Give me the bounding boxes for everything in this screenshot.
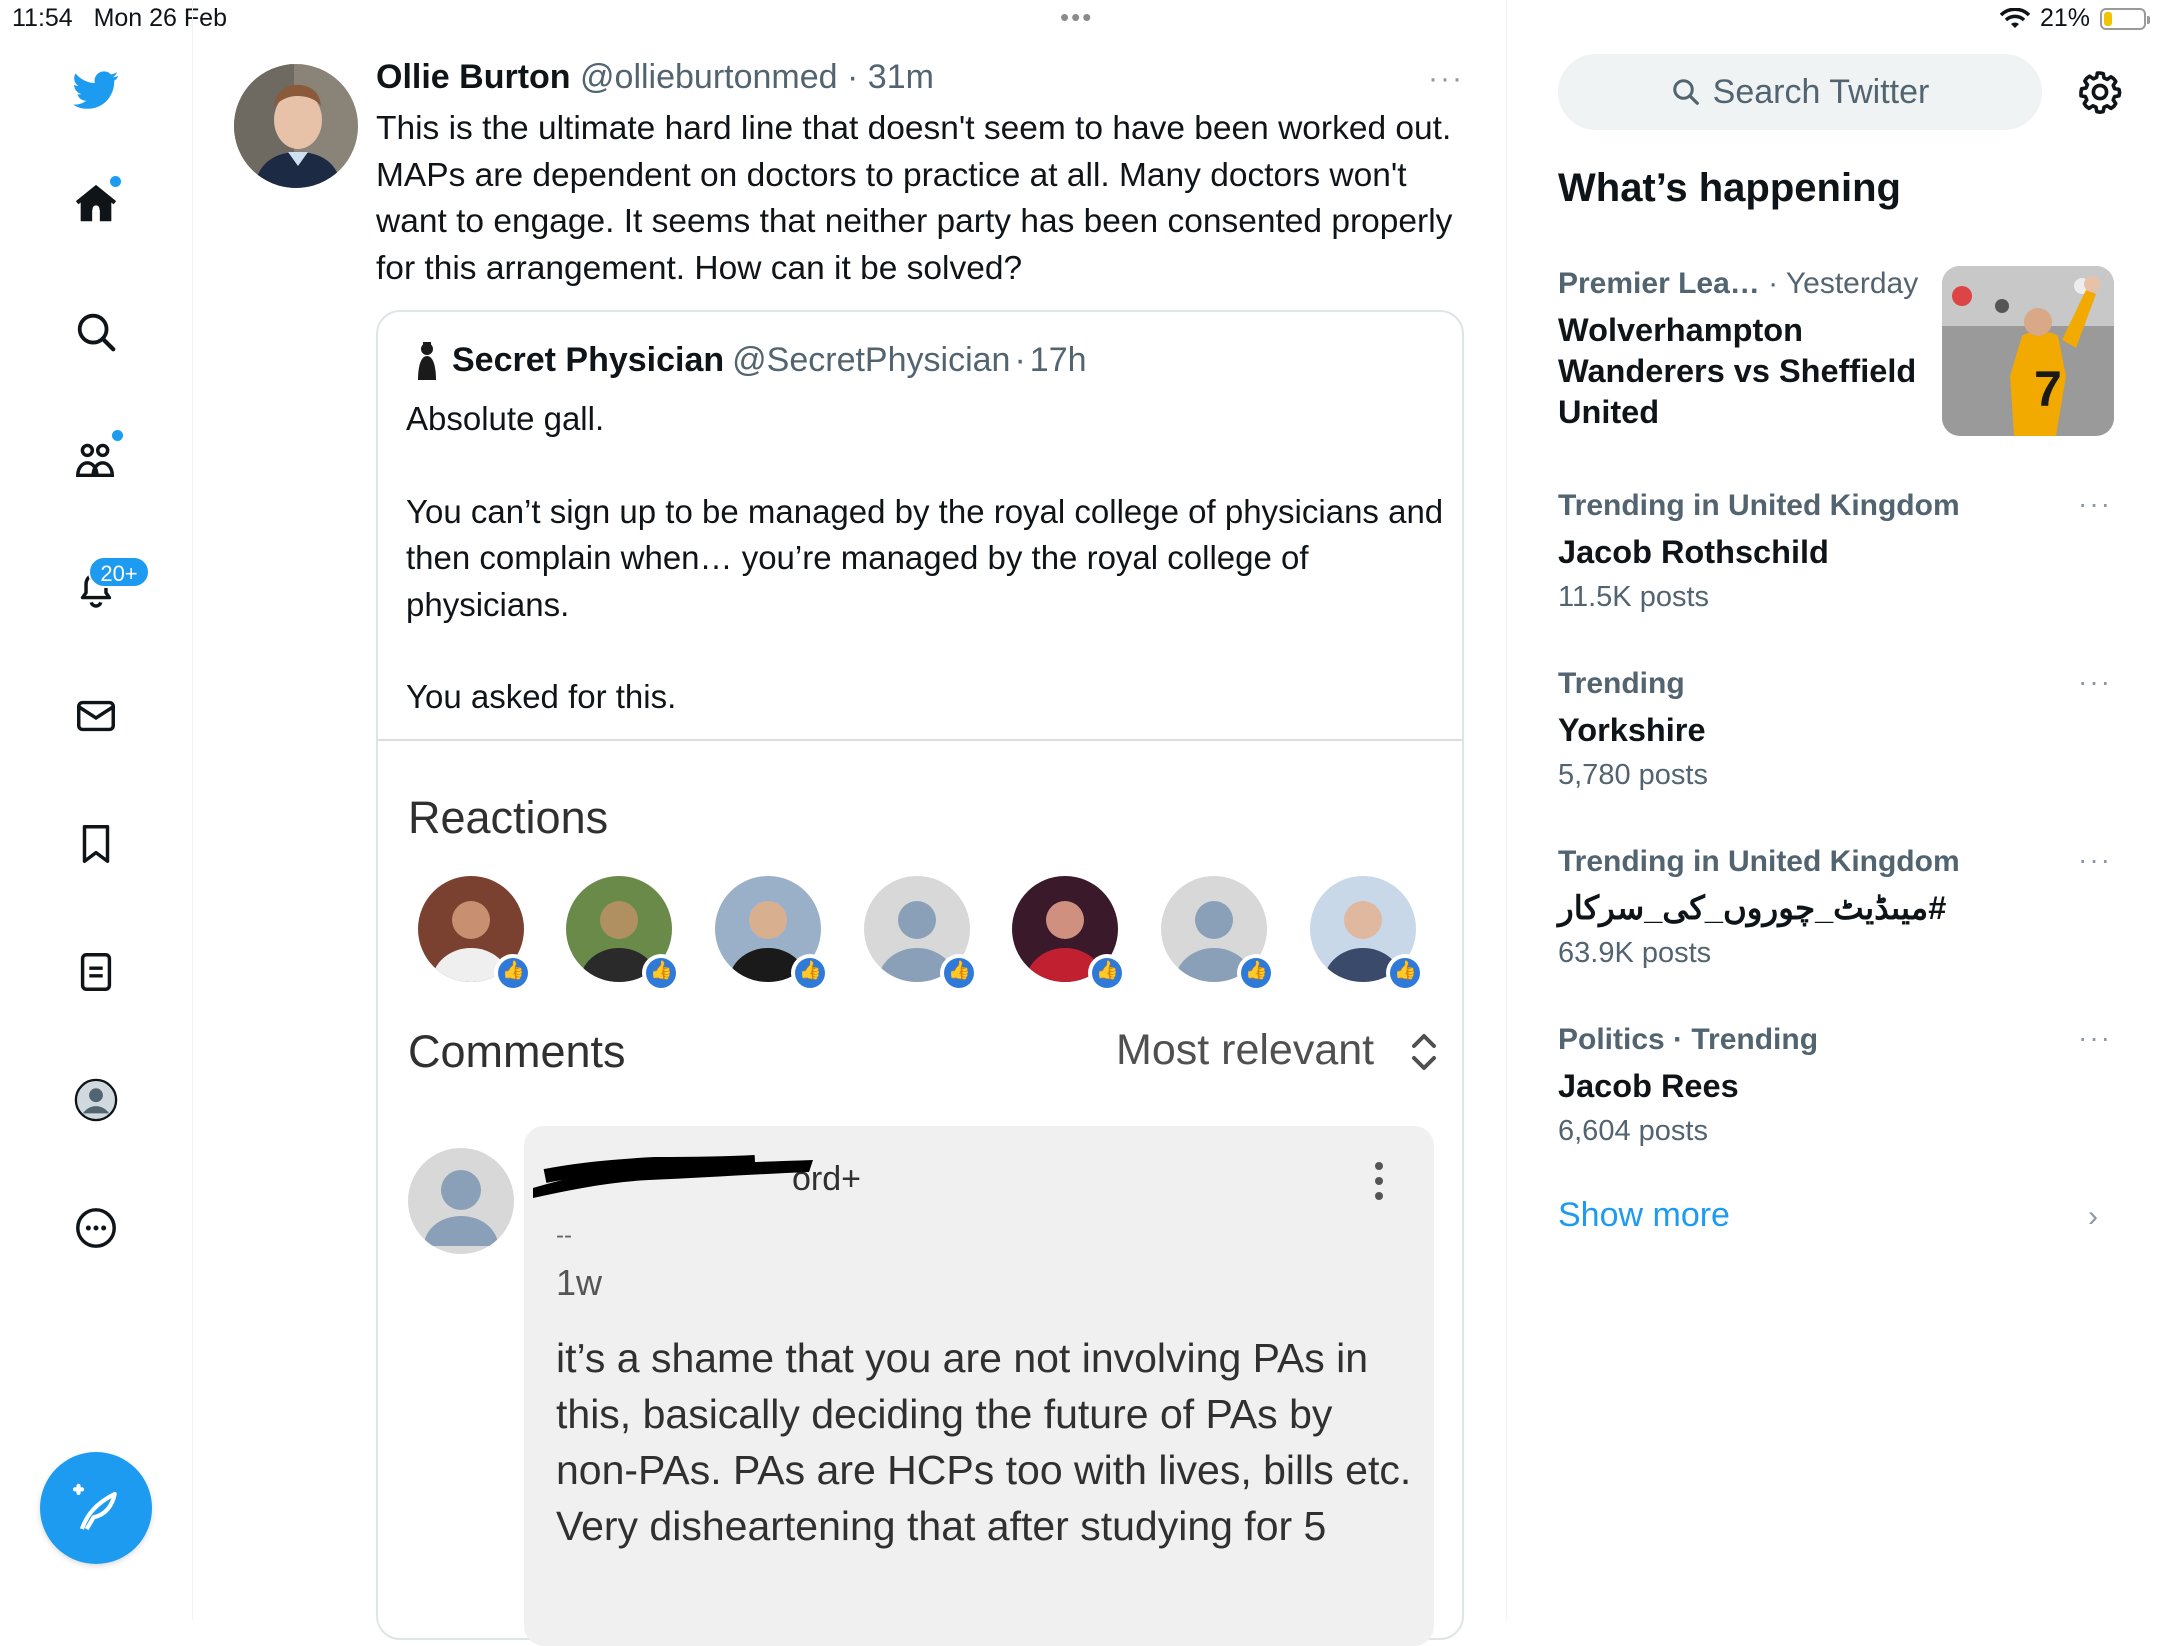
search-icon — [1672, 79, 1699, 105]
trend-time: · Yesterday — [1768, 267, 1919, 300]
comment-menu-icon — [1375, 1162, 1383, 1200]
quoted-avatar[interactable] — [410, 340, 444, 380]
chevron-right-icon: › — [2088, 1200, 2098, 1233]
trend-category: Trending in United Kingdom — [1558, 845, 1960, 878]
commenter-avatar — [408, 1148, 514, 1254]
redaction-scribble — [533, 1155, 813, 1198]
like-reaction-icon — [1088, 954, 1126, 992]
like-reaction-icon — [494, 954, 532, 992]
sort-chevron-icon — [1412, 1034, 1436, 1070]
trend-count: 6,604 posts — [1558, 1115, 1708, 1147]
notifications-badge: 20+ — [88, 556, 150, 588]
like-reaction-icon — [642, 954, 680, 992]
quoted-paragraph: You can’t sign up to be managed by the r… — [406, 492, 1444, 623]
quoted-header: Secret Physician @SecretPhysician · 17h — [410, 340, 1087, 380]
quoted-sep: · — [1014, 340, 1026, 379]
svg-text:7: 7 — [2034, 361, 2062, 417]
search-icon[interactable] — [66, 302, 126, 362]
commenter-subtitle: -- — [556, 1222, 572, 1249]
trend-item[interactable]: Trending in United Kingdom #میںڈیٹ_چوروں… — [1558, 842, 2118, 977]
trend-more-button[interactable]: ··· — [2078, 488, 2112, 520]
trend-title: Jacob Rothschild — [1558, 534, 1829, 570]
column-divider — [1506, 0, 1507, 1620]
trend-item[interactable]: Trending Yorkshire 5,780 posts — [1558, 664, 2118, 799]
tweet-time[interactable]: 31m — [868, 58, 934, 96]
list-icon[interactable] — [66, 942, 126, 1002]
trend-item[interactable]: Trending in United Kingdom Jacob Rothsch… — [1558, 486, 2118, 621]
tweet-header: Ollie Burton @ollieburtonmed · 31m — [376, 58, 934, 97]
twitter-bird-icon[interactable] — [66, 60, 126, 120]
like-reaction-icon — [940, 954, 978, 992]
trend-count: 11.5K posts — [1558, 581, 1710, 613]
compose-feather-icon — [72, 1483, 117, 1531]
quoted-author-name[interactable]: Secret Physician — [452, 341, 724, 380]
trend-more-button[interactable]: ··· — [2078, 844, 2112, 876]
trend-title: #میںڈیٹ_چوروں_کی_سرکار — [1558, 890, 1947, 926]
trend-count: 5,780 posts — [1558, 759, 1708, 791]
comment-time: 1w — [556, 1262, 603, 1303]
multitasking-dots[interactable]: ••• — [1060, 2, 1093, 33]
profile-icon[interactable] — [66, 1070, 126, 1130]
quoted-time[interactable]: 17h — [1030, 341, 1087, 380]
comments-title: Comments — [408, 1026, 626, 1077]
status-right: 21% — [1999, 4, 2150, 33]
quoted-text: Absolute gall. You can’t sign up to be m… — [406, 396, 1446, 767]
trend-title: Jacob Rees — [1558, 1068, 1739, 1104]
quoted-media-divider — [378, 739, 1462, 741]
header-sep: · — [847, 58, 859, 96]
trend-category: Trending in United Kingdom — [1558, 489, 1960, 522]
author-name[interactable]: Ollie Burton — [376, 58, 571, 96]
more-circle-icon[interactable] — [66, 1198, 126, 1258]
reactions-title: Reactions — [408, 792, 609, 843]
search-input[interactable]: Search Twitter — [1558, 54, 2042, 130]
search-placeholder: Search Twitter — [1712, 72, 1930, 111]
bookmark-icon[interactable] — [66, 814, 126, 874]
compose-button[interactable] — [40, 1452, 152, 1564]
trend-item[interactable]: Premier Lea… · Yesterday Wolverhampton W… — [1558, 264, 1928, 433]
home-unread-dot — [110, 176, 121, 187]
trend-news-image[interactable]: 7 — [1942, 266, 2114, 436]
trend-title: Wolverhampton Wanderers vs Sheffield Uni… — [1558, 312, 1917, 430]
trend-category: Politics · Trending — [1558, 1023, 1819, 1056]
communities-unread-dot — [112, 430, 123, 441]
quoted-paragraph: Absolute gall. — [406, 400, 605, 437]
battery-percent: 21% — [2039, 4, 2090, 32]
quoted-paragraph: You asked for this. — [406, 678, 677, 715]
mail-icon[interactable] — [66, 686, 126, 746]
trend-more-button[interactable]: ··· — [2078, 666, 2112, 698]
author-avatar[interactable] — [234, 64, 358, 188]
gear-icon[interactable] — [2076, 68, 2124, 116]
trend-category: Trending — [1558, 667, 1685, 700]
like-reaction-icon — [1237, 954, 1275, 992]
like-reaction-icon — [791, 954, 829, 992]
people-icon[interactable] — [66, 430, 126, 490]
home-icon[interactable] — [66, 174, 126, 234]
like-reaction-icon — [1386, 954, 1424, 992]
trend-category: Premier Lea… — [1558, 267, 1760, 300]
show-more-link[interactable]: Show more — [1558, 1196, 1730, 1235]
sort-label: Most relevant — [1116, 1026, 1375, 1074]
trend-count: 63.9K posts — [1558, 937, 1712, 969]
tweet-more-button[interactable]: ··· — [1428, 62, 1464, 96]
tweet-text: This is the ultimate hard line that does… — [376, 110, 1453, 287]
battery-icon — [2100, 7, 2150, 30]
author-handle[interactable]: @ollieburtonmed — [580, 58, 838, 96]
side-nav — [0, 0, 193, 1620]
trend-title: Yorkshire — [1558, 712, 1706, 748]
wifi-icon — [1999, 7, 2030, 28]
comment-text: it’s a shame that you are not involving … — [556, 1335, 1412, 1549]
whats-happening-title: What’s happening — [1558, 166, 1901, 210]
quoted-author-handle[interactable]: @SecretPhysician — [732, 341, 1010, 380]
trend-item[interactable]: Politics · Trending Jacob Rees 6,604 pos… — [1558, 1020, 2118, 1155]
trend-more-button[interactable]: ··· — [2078, 1022, 2112, 1054]
